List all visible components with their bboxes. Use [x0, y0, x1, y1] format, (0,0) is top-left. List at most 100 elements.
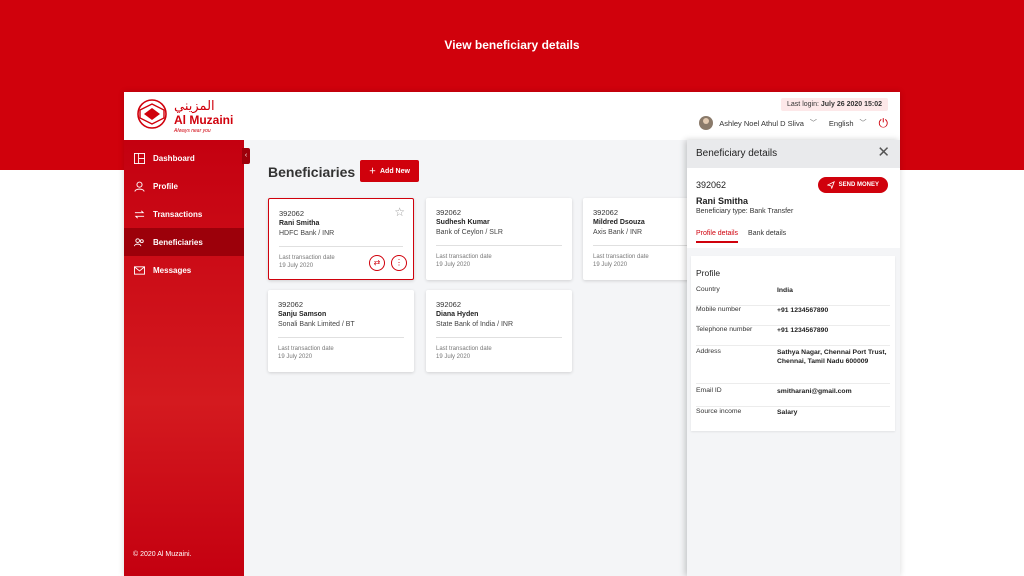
card-name: Sudhesh Kumar: [436, 219, 490, 226]
beneficiary-card[interactable]: 392062 Rani Smitha HDFC Bank / INR ☆ Las…: [268, 198, 414, 280]
card-last-tx-label: Last transaction date: [436, 254, 492, 260]
sidebar-item-dashboard[interactable]: Dashboard: [124, 144, 244, 172]
last-login-value: July 26 2020 15:02: [820, 101, 882, 108]
panel-title: Beneficiary details: [696, 148, 778, 159]
sidebar-item-messages[interactable]: Messages: [124, 256, 244, 284]
user-icon: [134, 181, 145, 192]
row-value: Salary: [777, 409, 798, 416]
add-new-button[interactable]: ＋ Add New: [360, 160, 419, 182]
card-name: Diana Hyden: [436, 311, 479, 318]
collapse-sidebar-button[interactable]: ‹: [242, 148, 250, 164]
card-bank: Axis Bank / INR: [593, 229, 643, 236]
panel-summary: 392062 Rani Smitha Beneficiary type: Ban…: [687, 168, 900, 248]
row-key: Address: [696, 348, 721, 355]
language-select[interactable]: English: [829, 119, 854, 128]
sidebar: Dashboard Profile Transactions Beneficia…: [124, 140, 244, 576]
row-value: +91 1234567890: [777, 327, 829, 334]
row-value: India: [777, 287, 793, 294]
more-icon[interactable]: ⋮: [391, 255, 407, 271]
sidebar-item-label: Beneficiaries: [153, 237, 203, 247]
panel-header: Beneficiary details ✕: [687, 140, 900, 168]
user-row: Ashley Noel Athul D Sliva ﹀ English ﹀ ⏻: [699, 116, 888, 130]
row-value: Sathya Nagar, Chennai Port Trust, Chenna…: [777, 349, 887, 365]
sidebar-item-profile[interactable]: Profile: [124, 172, 244, 200]
card-last-tx-label: Last transaction date: [279, 255, 335, 261]
card-last-tx-label: Last transaction date: [593, 254, 649, 260]
chevron-down-icon[interactable]: ﹀: [860, 118, 867, 128]
card-last-tx-label: Last transaction date: [436, 346, 492, 352]
divider: [279, 246, 403, 247]
page-caption: View beneficiary details: [444, 38, 580, 52]
sidebar-item-transactions[interactable]: Transactions: [124, 200, 244, 228]
plus-icon: ＋: [369, 168, 376, 175]
close-icon[interactable]: ✕: [877, 144, 890, 162]
sidebar-item-label: Messages: [153, 265, 192, 275]
divider: [436, 245, 562, 246]
profile-row-source-income: Source income Salary: [696, 408, 890, 424]
sidebar-item-beneficiaries[interactable]: Beneficiaries: [124, 228, 244, 256]
profile-row-email: Email ID smitharani@gmail.com: [696, 387, 890, 407]
avatar[interactable]: [699, 116, 714, 130]
card-id: 392062: [279, 209, 305, 218]
transfer-icon[interactable]: ⇄: [369, 255, 385, 271]
card-bank: State Bank of India / INR: [436, 321, 514, 328]
beneficiary-card[interactable]: 392062 Sudhesh Kumar Bank of Ceylon / SL…: [426, 198, 572, 280]
brand-logo[interactable]: المزيني Al Muzaini Always near you: [134, 96, 254, 136]
sidebar-item-label: Profile: [153, 181, 178, 191]
card-date: 19 July 2020: [593, 262, 628, 268]
power-icon[interactable]: ⏻: [879, 117, 889, 129]
star-icon[interactable]: ☆: [394, 205, 405, 219]
profile-row-mobile: Mobile number +91 1234567890: [696, 306, 890, 326]
last-login-badge: Last login: July 26 2020 15:02: [781, 98, 888, 111]
card-name: Mildred Dsouza: [593, 219, 645, 226]
divider: [278, 337, 404, 338]
beneficiary-details-panel: Beneficiary details ✕ 392062 Rani Smitha…: [687, 140, 900, 576]
send-icon: [826, 181, 835, 189]
app-window: المزيني Al Muzaini Always near you Last …: [124, 92, 900, 576]
profile-row-telephone: Telephone number +91 1234567890: [696, 326, 890, 346]
row-key: Mobile number: [696, 306, 741, 313]
tab-bank-details[interactable]: Bank details: [748, 230, 786, 243]
row-key: Email ID: [696, 387, 722, 394]
card-last-tx-label: Last transaction date: [278, 346, 334, 352]
divider: [436, 337, 562, 338]
profile-row-country: Country India: [696, 286, 890, 306]
card-id: 392062: [436, 208, 462, 217]
copyright: © 2020 Al Muzaini.: [133, 551, 192, 558]
send-money-button[interactable]: SEND MONEY: [817, 177, 888, 193]
profile-row-address: Address Sathya Nagar, Chennai Port Trust…: [696, 348, 890, 384]
transfer-icon: [134, 210, 145, 218]
header: المزيني Al Muzaini Always near you Last …: [124, 92, 900, 140]
beneficiary-name: Rani Smitha: [696, 196, 749, 206]
card-id: 392062: [593, 208, 619, 217]
sidebar-item-label: Transactions: [153, 209, 203, 219]
card-bank: HDFC Bank / INR: [279, 230, 335, 237]
profile-card: Profile Country India Mobile number +91 …: [691, 256, 895, 431]
brand-tagline: Always near you: [173, 128, 211, 134]
row-key: Source income: [696, 408, 742, 415]
beneficiary-card[interactable]: 392062 Diana Hyden State Bank of India /…: [426, 290, 572, 372]
card-name: Rani Smitha: [279, 220, 320, 227]
beneficiary-id: 392062: [696, 180, 727, 190]
sidebar-item-label: Dashboard: [153, 153, 195, 163]
row-key: Telephone number: [696, 326, 753, 333]
card-bank: Sonali Bank Limited / BT: [278, 321, 355, 328]
beneficiary-card[interactable]: 392062 Sanju Samson Sonali Bank Limited …: [268, 290, 414, 372]
card-bank: Bank of Ceylon / SLR: [436, 229, 503, 236]
tab-profile-details[interactable]: Profile details: [696, 230, 739, 243]
row-value: +91 1234567890: [777, 307, 829, 314]
card-name: Sanju Samson: [278, 311, 327, 318]
chevron-down-icon[interactable]: ﹀: [810, 118, 817, 128]
card-date: 19 July 2020: [278, 354, 313, 360]
card-id: 392062: [436, 300, 462, 309]
row-value: smitharani@gmail.com: [777, 388, 852, 395]
user-name[interactable]: Ashley Noel Athul D Sliva: [719, 119, 804, 128]
profile-title: Profile: [696, 268, 721, 278]
row-key: Country: [696, 286, 720, 293]
brand-name: Al Muzaini: [174, 113, 233, 127]
card-date: 19 July 2020: [436, 354, 471, 360]
card-id: 392062: [278, 300, 304, 309]
page-title: Beneficiaries: [268, 164, 356, 180]
last-login-label: Last login:: [787, 101, 819, 108]
card-date: 19 July 2020: [279, 263, 314, 269]
